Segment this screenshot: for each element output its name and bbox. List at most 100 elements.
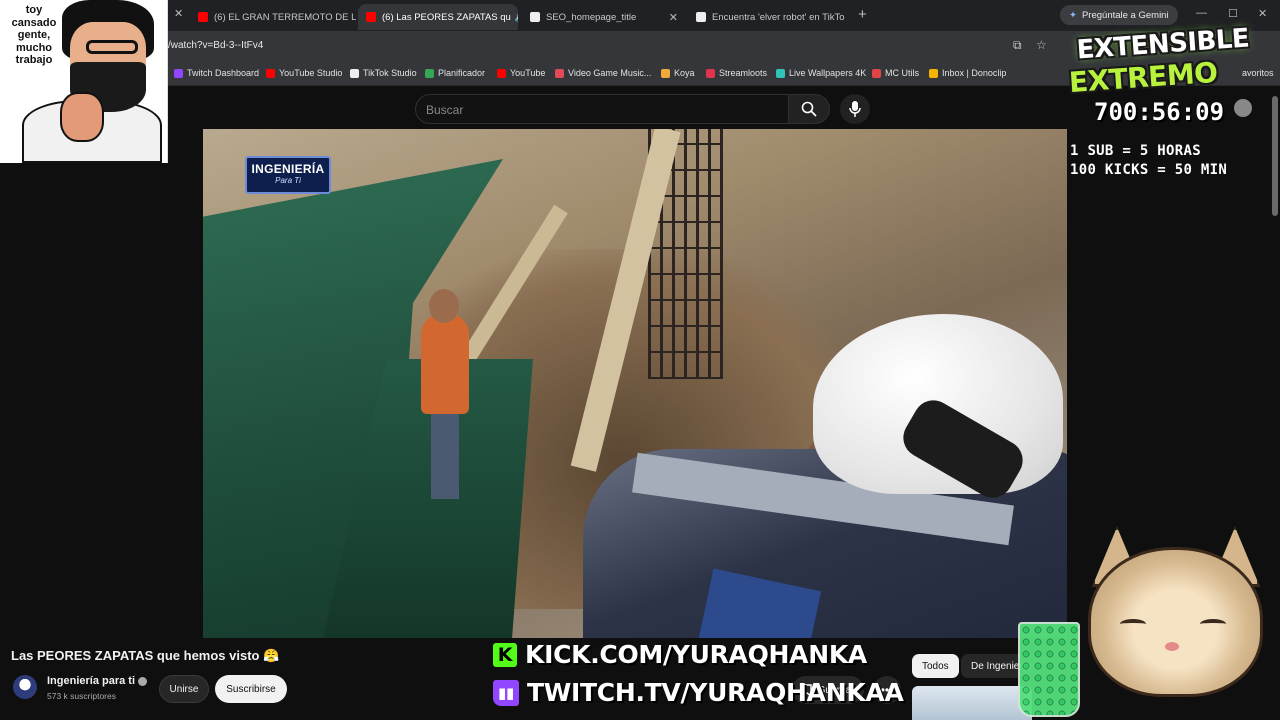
kick-link-overlay: K KICK.COM/YURAQHANKA bbox=[493, 640, 867, 669]
youtube-icon bbox=[266, 68, 275, 78]
subscribe-button[interactable]: Suscribirse bbox=[215, 675, 287, 703]
tab-label: SEO_homepage_title bbox=[546, 11, 637, 23]
channel-watermark-logo: INGENIERÍA Para Ti bbox=[245, 156, 331, 194]
screen: ✕ (6) EL GRAN TERREMOTO DE LI ✕ (6) Las … bbox=[0, 0, 1280, 720]
twitch-url: TWITCH.TV/YURAQHANKAA bbox=[527, 678, 904, 707]
video-worker-body bbox=[421, 314, 469, 414]
bookmark-twitch-dashboard[interactable]: Twitch Dashboard bbox=[174, 68, 259, 78]
tab-label: Encuentra 'elver robot' en TikTo bbox=[712, 11, 845, 23]
bookmark-video-game-music[interactable]: Video Game Music... bbox=[555, 68, 651, 78]
close-window-icon[interactable]: ✕ bbox=[1258, 7, 1267, 20]
voice-search-button[interactable] bbox=[840, 94, 870, 124]
video-player[interactable]: INGENIERÍA Para Ti bbox=[203, 129, 1067, 638]
search-button[interactable] bbox=[788, 94, 830, 124]
gemini-label: Pregúntale a Gemini bbox=[1081, 9, 1169, 21]
cat-nose bbox=[1165, 642, 1179, 651]
cat-eye-right bbox=[1200, 619, 1226, 629]
bookmark-live-wallpapers[interactable]: Live Wallpapers 4K bbox=[776, 68, 866, 78]
tab-close-icon[interactable]: ✕ bbox=[663, 11, 678, 24]
tab-2-active[interactable]: (6) Las PEORES ZAPATAS qu 🔊 ✕ bbox=[358, 4, 518, 30]
gemini-sparkle-icon: ✦ bbox=[1069, 9, 1077, 21]
minimize-icon[interactable]: — bbox=[1196, 7, 1207, 19]
tab-close-icon[interactable]: ✕ bbox=[174, 7, 183, 20]
bookmark-label: YouTube Studio bbox=[279, 68, 343, 78]
cat-head bbox=[1088, 547, 1263, 697]
channel-avatar[interactable] bbox=[13, 675, 37, 699]
subathon-rule-subs: 1 SUB = 5 HORAS bbox=[1070, 143, 1201, 159]
cartoon-glasses bbox=[86, 40, 138, 54]
bookmark-label: TikTok Studio bbox=[363, 68, 417, 78]
bookmark-label: YouTube bbox=[510, 68, 546, 78]
youtube-favicon-icon bbox=[366, 12, 376, 22]
bookmark-label: Streamloots bbox=[719, 68, 768, 78]
mc-utils-icon bbox=[872, 68, 881, 78]
search-icon bbox=[801, 101, 817, 117]
streamloots-icon bbox=[706, 68, 715, 78]
bookmark-mc-utils[interactable]: MC Utils bbox=[872, 68, 919, 78]
subathon-timer: 700:56:09 bbox=[1094, 98, 1225, 126]
twitch-icon bbox=[174, 68, 183, 78]
page-scrollbar[interactable] bbox=[1272, 96, 1278, 216]
streamer-caption: toy cansado gente, mucho trabajo bbox=[11, 4, 57, 66]
subscriber-count: 573 k suscriptores bbox=[47, 691, 116, 701]
tab-4[interactable]: Encuentra 'elver robot' en TikTo ✕ bbox=[688, 4, 848, 30]
channel-name: Ingeniería para ti bbox=[47, 675, 136, 687]
browser-tab-bar: ✕ (6) EL GRAN TERREMOTO DE LI ✕ (6) Las … bbox=[0, 0, 1280, 31]
bookmark-planificador[interactable]: Planificador bbox=[425, 68, 485, 78]
twitch-link-overlay: ▮▮ TWITCH.TV/YURAQHANKAA bbox=[493, 678, 904, 707]
new-tab-icon[interactable]: + bbox=[858, 6, 867, 23]
watermark-line2: Para Ti bbox=[275, 176, 301, 185]
kick-url: KICK.COM/YURAQHANKA bbox=[525, 640, 867, 669]
microphone-icon bbox=[849, 101, 861, 117]
tiktok-icon bbox=[350, 68, 359, 78]
search-input[interactable]: Buscar bbox=[415, 94, 789, 124]
planner-icon bbox=[425, 68, 434, 78]
kick-logo-icon: K bbox=[493, 642, 517, 667]
wallpaper-icon bbox=[776, 68, 785, 78]
maximize-icon[interactable]: ☐ bbox=[1228, 7, 1238, 20]
video-title: Las PEORES ZAPATAS que hemos visto 😤 bbox=[11, 648, 280, 663]
recommended-video-thumbnail[interactable] bbox=[912, 686, 1032, 720]
verified-icon bbox=[138, 676, 148, 686]
bookmark-tiktok-studio[interactable]: TikTok Studio bbox=[350, 68, 417, 78]
cat-mascot-overlay bbox=[1018, 527, 1280, 720]
video-worker-head bbox=[429, 289, 459, 323]
tab-1[interactable]: (6) EL GRAN TERREMOTO DE LI ✕ bbox=[190, 4, 356, 30]
bookmark-donoclip[interactable]: Inbox | Donoclip bbox=[929, 68, 1006, 78]
subathon-rule-kicks: 100 KICKS = 50 MIN bbox=[1070, 162, 1228, 178]
bookmark-streamloots[interactable]: Streamloots bbox=[706, 68, 767, 78]
twitch-logo-icon: ▮▮ bbox=[493, 679, 519, 706]
bookmark-youtube[interactable]: YouTube bbox=[497, 68, 545, 78]
bookmark-label: Live Wallpapers 4K bbox=[789, 68, 867, 78]
url-field[interactable]: /watch?v=Bd-3--ItFv4 bbox=[168, 40, 263, 51]
bookmark-label: Planificador bbox=[438, 68, 486, 78]
tab-close-icon[interactable]: ✕ bbox=[844, 11, 848, 24]
cast-icon[interactable]: ⧉ bbox=[1013, 38, 1022, 53]
cat-emote-icon bbox=[1234, 99, 1252, 117]
tab-3[interactable]: SEO_homepage_title ✕ bbox=[522, 4, 686, 30]
gemini-button[interactable]: ✦ Pregúntale a Gemini bbox=[1060, 5, 1178, 25]
tiktok-favicon-icon bbox=[696, 12, 706, 22]
cat-eye-left bbox=[1120, 619, 1146, 629]
speaker-icon[interactable]: 🔊 bbox=[515, 12, 518, 23]
channel-name-link[interactable]: Ingeniería para ti bbox=[47, 675, 148, 687]
bookmark-youtube-studio[interactable]: YouTube Studio bbox=[266, 68, 342, 78]
chip-all[interactable]: Todos bbox=[912, 654, 959, 678]
video-worker-legs bbox=[431, 409, 459, 499]
bookmark-label: Video Game Music... bbox=[568, 68, 652, 78]
youtube-icon bbox=[497, 68, 506, 78]
bookmark-koya[interactable]: Koya bbox=[661, 68, 695, 78]
youtube-favicon-icon bbox=[198, 12, 208, 22]
music-icon bbox=[555, 68, 564, 78]
bookmark-label: MC Utils bbox=[885, 68, 919, 78]
bookmark-label: Inbox | Donoclip bbox=[942, 68, 1007, 78]
extensible-extremo-logo: EXTENSIBLE EXTREMO bbox=[1052, 23, 1260, 105]
bookmark-label: Koya bbox=[674, 68, 695, 78]
bookmark-star-icon[interactable]: ☆ bbox=[1036, 38, 1047, 52]
watermark-line1: INGENIERÍA bbox=[251, 162, 325, 176]
join-button[interactable]: Unirse bbox=[159, 675, 209, 703]
tab-label: (6) EL GRAN TERREMOTO DE LI bbox=[214, 11, 356, 23]
koya-icon bbox=[661, 68, 670, 78]
cartoon-hand bbox=[60, 92, 104, 142]
green-drink-cup bbox=[1018, 622, 1080, 717]
